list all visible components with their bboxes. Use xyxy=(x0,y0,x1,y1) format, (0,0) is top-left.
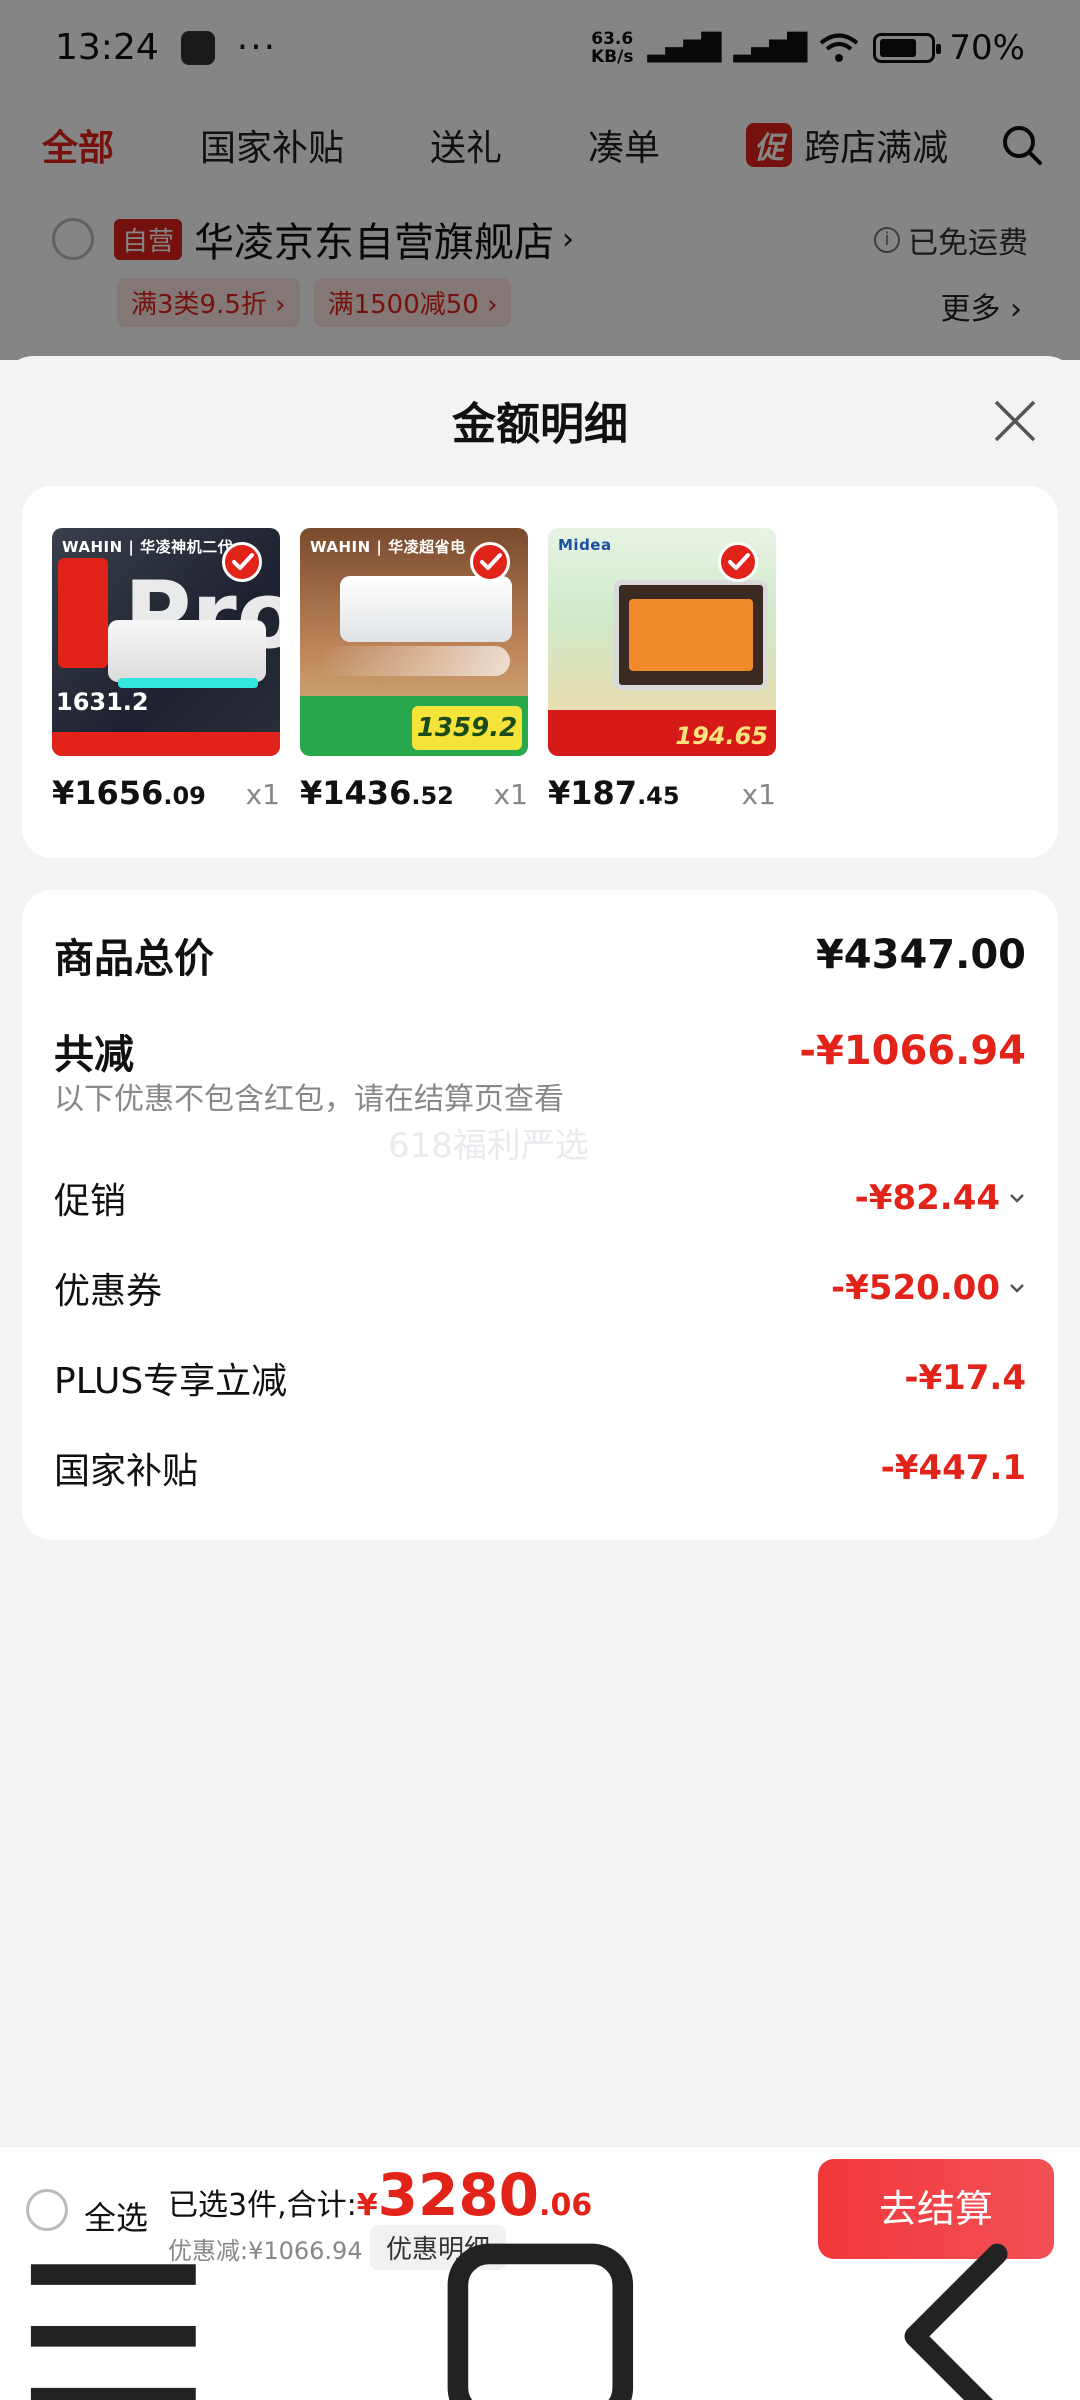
product-price-row: ¥1656.09 x1 xyxy=(52,774,280,812)
product-price: ¥1656.09 xyxy=(52,774,206,812)
home-icon[interactable] xyxy=(427,2223,654,2400)
coupon-value: -¥520.00 xyxy=(831,1268,1026,1308)
selection-summary: 已选3件,合计: ¥ 3280 .06 xyxy=(168,2161,592,2229)
ac-unit-image xyxy=(108,620,266,682)
thumb-brand: Midea xyxy=(558,536,612,554)
promotion-value: -¥82.44 xyxy=(855,1178,1026,1218)
ac-airflow xyxy=(320,646,510,676)
product-thumbnail: WAHIN | 华凌神机二代 Pro 1631.2 xyxy=(52,528,280,756)
summary-yen: ¥ xyxy=(356,2188,378,2223)
thumb-brand: WAHIN | 华凌超省电 xyxy=(310,538,466,556)
discount-note: 以下优惠不包含红包，请在结算页查看 xyxy=(54,1082,564,1117)
coupon-label: 优惠券 xyxy=(54,1271,163,1312)
thumb-price: 1359.2 xyxy=(412,706,522,750)
coupon-row[interactable]: 优惠券 -¥520.00 xyxy=(54,1262,1026,1314)
thumb-brand: WAHIN | 华凌神机二代 xyxy=(62,538,234,556)
thumb-price: 1631.2 xyxy=(56,688,149,716)
total-reduce-value: -¥1066.94 xyxy=(799,1028,1026,1074)
total-price-value: ¥4347.00 xyxy=(815,932,1026,978)
promotion-label: 促销 xyxy=(54,1181,127,1222)
product-item[interactable]: WAHIN | 华凌神机二代 Pro 1631.2 ¥1656.09 x1 xyxy=(52,528,280,812)
close-icon[interactable] xyxy=(992,398,1038,444)
summary-total-int: 3280 xyxy=(377,2161,540,2229)
product-price: ¥187.45 xyxy=(548,774,680,812)
product-price-row: ¥1436.52 x1 xyxy=(300,774,528,812)
product-qty: x1 xyxy=(245,778,280,811)
national-subsidy-value: -¥447.1 xyxy=(880,1448,1026,1488)
chevron-down-icon xyxy=(1010,1284,1024,1293)
plus-discount-value: -¥17.4 xyxy=(904,1358,1026,1398)
ac-glow xyxy=(118,678,258,688)
summary-total-dec: .06 xyxy=(539,2188,593,2223)
total-price-label: 商品总价 xyxy=(54,936,214,982)
summary-prefix: 已选3件,合计: xyxy=(168,2188,357,2223)
selected-check-icon xyxy=(470,542,510,582)
product-qty: x1 xyxy=(493,778,528,811)
selected-check-icon xyxy=(222,542,262,582)
chevron-down-icon xyxy=(1010,1194,1024,1203)
product-thumbnail: WAHIN | 华凌超省电 1359.2 xyxy=(300,528,528,756)
back-icon[interactable] xyxy=(853,2223,1080,2400)
total-price-row: 商品总价 ¥4347.00 xyxy=(54,926,1026,984)
total-reduce-row: 共减 -¥1066.94 xyxy=(54,1022,1026,1080)
modal-overlay[interactable] xyxy=(0,0,1080,360)
total-reduce-label: 共减 xyxy=(54,1032,134,1078)
selected-check-icon xyxy=(718,542,758,582)
product-price: ¥1436.52 xyxy=(300,774,454,812)
sheet-title: 金额明细 xyxy=(452,399,628,450)
plus-discount-label: PLUS专享立减 xyxy=(54,1361,288,1402)
thumb-red-box xyxy=(58,558,108,668)
product-item[interactable]: WAHIN | 华凌超省电 1359.2 ¥1436.52 x1 xyxy=(300,528,528,812)
menu-icon[interactable] xyxy=(0,2223,227,2400)
promotion-row[interactable]: 促销 -¥82.44 xyxy=(54,1172,1026,1224)
thumb-strip xyxy=(52,732,280,756)
amount-detail-sheet: 金额明细 WAHIN | 华凌神机二代 Pro 1631.2 ¥1656.09 … xyxy=(0,356,1080,2146)
national-subsidy-row: 国家补贴 -¥447.1 xyxy=(54,1442,1026,1494)
amount-detail-card: 商品总价 ¥4347.00 共减 -¥1066.94 以下优惠不包含红包，请在结… xyxy=(22,890,1058,1540)
product-thumbnail: Midea 194.65 xyxy=(548,528,776,756)
product-price-row: ¥187.45 x1 xyxy=(548,774,776,812)
product-qty: x1 xyxy=(741,778,776,811)
ac-unit-image xyxy=(340,576,512,642)
watermark: 618福利严选 xyxy=(388,1126,589,1166)
national-subsidy-label: 国家补贴 xyxy=(54,1451,199,1492)
product-item[interactable]: Midea 194.65 ¥187.45 x1 xyxy=(548,528,776,812)
thumb-price: 194.65 xyxy=(675,722,768,750)
oven-image xyxy=(614,580,768,690)
system-nav-bar xyxy=(0,2243,1080,2400)
products-card: WAHIN | 华凌神机二代 Pro 1631.2 ¥1656.09 x1 WA… xyxy=(22,486,1058,858)
plus-discount-row: PLUS专享立减 -¥17.4 xyxy=(54,1352,1026,1404)
